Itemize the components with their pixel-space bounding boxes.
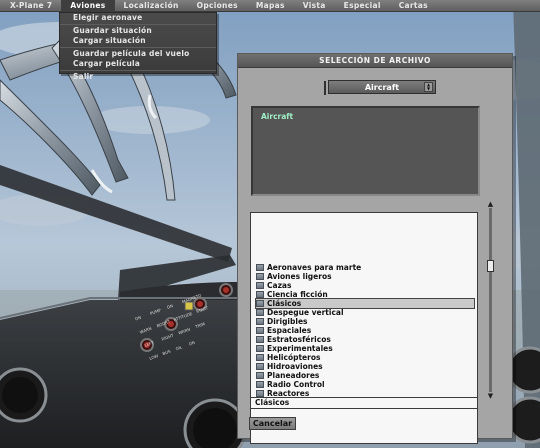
menu-item-salir[interactable]: Salir	[60, 72, 216, 82]
menu-bar: X-Plane 7 Aviones Localización Opciones …	[0, 0, 540, 12]
menu-opciones[interactable]: Opciones	[188, 0, 247, 12]
arrow-up-icon[interactable]: ▲	[486, 200, 495, 208]
list-item[interactable]: Aviones ligeros	[256, 272, 474, 281]
menu-item-cargar-pelicula[interactable]: Cargar película	[60, 59, 216, 69]
folder-icon	[256, 291, 264, 298]
scrollbar-thumb[interactable]	[487, 260, 494, 272]
folder-icon	[256, 345, 264, 352]
list-item-label: Aeronaves para marte	[267, 263, 362, 272]
list-item[interactable]: Radio Control	[256, 380, 474, 389]
list-item[interactable]: Cazas	[256, 281, 474, 290]
list-item-label: Espaciales	[267, 326, 312, 335]
list-item-label: Despegue vertical	[267, 308, 344, 317]
folder-icon	[256, 327, 264, 334]
preview-label: Aircraft	[261, 112, 294, 121]
list-item[interactable]: Despegue vertical	[256, 308, 474, 317]
folder-icon	[256, 381, 264, 388]
list-item-label: Dirigibles	[267, 317, 308, 326]
up-down-arrows-icon: ▲ ▼	[424, 82, 433, 92]
list-item[interactable]: Hidroaviones	[256, 362, 474, 371]
menu-aviones[interactable]: Aviones	[61, 0, 115, 12]
folder-icon	[256, 300, 264, 307]
aviones-dropdown: Elegir aeronave Guardar situación Cargar…	[59, 12, 217, 81]
file-list-scrollbar[interactable]: ▲ ▼	[486, 200, 495, 400]
folder-icon	[256, 363, 264, 370]
menu-item-guardar-situacion[interactable]: Guardar situación	[60, 26, 216, 36]
list-item[interactable]: Dirigibles	[256, 317, 474, 326]
menu-separator	[60, 47, 216, 48]
list-item[interactable]: Estratosféricos	[256, 335, 474, 344]
folder-icon	[256, 282, 264, 289]
arrow-down-icon[interactable]: ▼	[486, 392, 495, 400]
menu-mapas[interactable]: Mapas	[247, 0, 294, 12]
folder-icon	[256, 264, 264, 271]
list-item[interactable]: Ciencia ficción	[256, 290, 474, 299]
menu-cartas[interactable]: Cartas	[390, 0, 437, 12]
select-divider	[324, 81, 326, 95]
list-item-label: Planeadores	[267, 371, 320, 380]
menu-separator	[60, 24, 216, 25]
list-item-label: Clásicos	[267, 299, 302, 308]
list-item-label: Experimentales	[267, 344, 333, 353]
list-item-selected[interactable]: Clásicos	[255, 298, 475, 309]
file-selection-dialog: SELECCIÓN DE ARCHIVO Aircraft ▲ ▼ Aircraf…	[237, 53, 513, 444]
list-item[interactable]: Helicópteros	[256, 353, 474, 362]
folder-icon	[256, 336, 264, 343]
list-item-label: Cazas	[267, 281, 292, 290]
folder-icon	[256, 372, 264, 379]
list-item[interactable]: Aeronaves para marte	[256, 263, 474, 272]
list-item[interactable]: Espaciales	[256, 326, 474, 335]
menu-x-plane[interactable]: X-Plane 7	[0, 0, 61, 12]
file-list: Aeronaves para marte Aviones ligeros Caz…	[250, 212, 478, 444]
dialog-title: SELECCIÓN DE ARCHIVO	[238, 54, 512, 68]
list-item-label: Estratosféricos	[267, 335, 331, 344]
list-item-label: Hidroaviones	[267, 362, 323, 371]
menu-item-elegir-aeronave[interactable]: Elegir aeronave	[60, 13, 216, 23]
menu-especial[interactable]: Especial	[335, 0, 390, 12]
aircraft-preview: Aircraft	[251, 106, 480, 196]
folder-icon	[256, 390, 264, 397]
menu-localizacion[interactable]: Localización	[115, 0, 188, 12]
folder-icon	[256, 318, 264, 325]
menu-item-guardar-pelicula[interactable]: Guardar película del vuelo	[60, 49, 216, 59]
list-item[interactable]: Experimentales	[256, 344, 474, 353]
cancel-button[interactable]: Cancelar	[249, 417, 296, 430]
filename-field[interactable]: Clásicos	[250, 397, 478, 409]
folder-icon	[256, 309, 264, 316]
scrollbar-track[interactable]	[489, 208, 492, 392]
menu-vista[interactable]: Vista	[294, 0, 335, 12]
list-item-label: Ciencia ficción	[267, 290, 328, 299]
menu-separator	[60, 70, 216, 71]
folder-icon	[256, 273, 264, 280]
list-item[interactable]: Planeadores	[256, 371, 474, 380]
folder-select[interactable]: Aircraft ▲ ▼	[324, 80, 436, 95]
list-item-label: Radio Control	[267, 380, 325, 389]
folder-icon	[256, 354, 264, 361]
folder-select-value: Aircraft	[364, 82, 400, 92]
list-item-label: Aviones ligeros	[267, 272, 332, 281]
list-item-label: Helicópteros	[267, 353, 321, 362]
menu-item-cargar-situacion[interactable]: Cargar situación	[60, 36, 216, 46]
